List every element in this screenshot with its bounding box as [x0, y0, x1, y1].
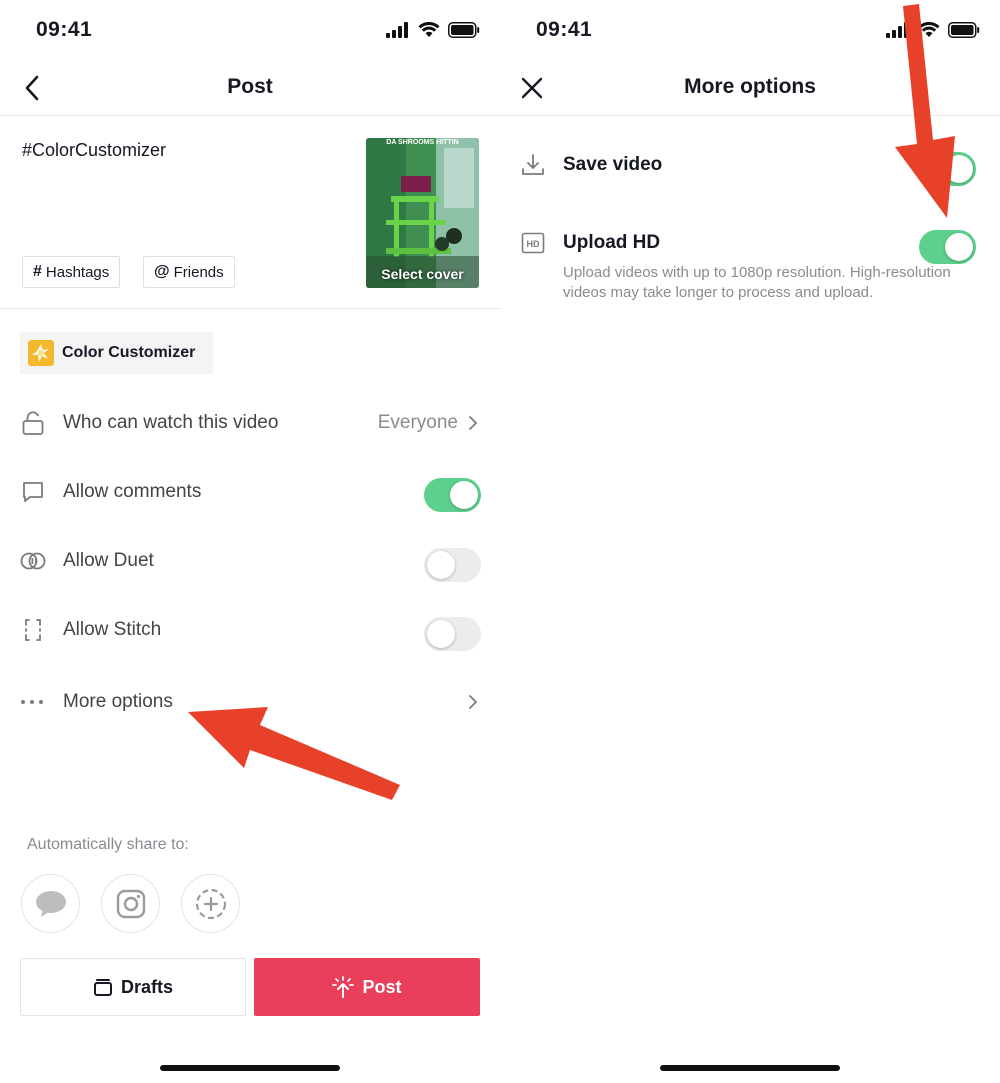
- hashtags-label: Hashtags: [45, 263, 110, 281]
- allow-duet-toggle[interactable]: [424, 548, 481, 582]
- select-cover-label: Select cover: [381, 266, 464, 282]
- effect-tag[interactable]: Color Customizer: [20, 332, 213, 374]
- messages-icon: [35, 890, 66, 917]
- chevron-right-icon: [466, 692, 480, 712]
- hashtags-button[interactable]: # Hashtags: [22, 256, 121, 288]
- duet-icon: [20, 548, 46, 574]
- chevron-right-icon: [466, 413, 480, 433]
- status-time: 09:41: [536, 18, 593, 41]
- battery-icon: [448, 22, 480, 38]
- save-video-label: Save video: [563, 154, 663, 175]
- who-can-watch-row[interactable]: Who can watch this video Everyone: [0, 401, 500, 445]
- page-title: More options: [684, 75, 816, 98]
- allow-duet-label: Allow Duet: [63, 550, 154, 571]
- more-options-label: More options: [63, 691, 173, 712]
- drafts-label: Drafts: [120, 976, 173, 997]
- nav-bar: Post: [0, 60, 500, 116]
- at-icon: @: [154, 263, 170, 280]
- post-sparkle-icon: [332, 976, 355, 998]
- toggle-knob: [945, 155, 973, 183]
- status-bar: 09:41: [0, 0, 500, 60]
- page-title: Post: [227, 75, 273, 98]
- stitch-icon: [20, 617, 46, 643]
- share-messages-button[interactable]: [21, 874, 80, 933]
- upload-hd-toggle[interactable]: [919, 230, 976, 264]
- add-story-icon: [195, 888, 226, 919]
- post-screen: 09:41 Post #ColorCustomizer # Hashtags @…: [0, 0, 500, 1083]
- allow-comments-toggle[interactable]: [424, 478, 481, 512]
- more-options-row[interactable]: More options: [0, 680, 500, 724]
- effect-thumbnail-icon: [28, 340, 54, 366]
- toggle-knob: [945, 233, 973, 261]
- toggle-knob: [427, 620, 455, 648]
- auto-share-label: Automatically share to:: [27, 836, 189, 853]
- upload-hd-label: Upload HD: [563, 232, 661, 253]
- wifi-icon: [918, 22, 940, 37]
- caption-input[interactable]: #ColorCustomizer: [22, 140, 166, 161]
- allow-stitch-toggle[interactable]: [424, 617, 481, 651]
- toggle-knob: [427, 551, 455, 579]
- svg-text:HD: HD: [527, 239, 540, 249]
- status-icons: [386, 22, 480, 38]
- wifi-icon: [418, 22, 440, 37]
- home-indicator: [160, 1065, 340, 1071]
- who-can-watch-label: Who can watch this video: [63, 412, 279, 433]
- instagram-icon: [116, 889, 145, 918]
- hashtag-icon: #: [33, 263, 42, 280]
- lock-icon: [20, 410, 46, 436]
- more-options-screen: 09:41 More options Save video HD Upload …: [500, 0, 1000, 1083]
- allow-stitch-label: Allow Stitch: [63, 619, 162, 640]
- hd-icon: HD: [520, 230, 546, 256]
- drafts-button[interactable]: Drafts: [20, 958, 246, 1016]
- toggle-knob: [450, 481, 478, 509]
- status-icons: [886, 22, 980, 38]
- comment-icon: [20, 479, 46, 505]
- download-icon: [520, 152, 546, 178]
- video-cover[interactable]: DA SHROOMS HITTIN Select cover: [366, 138, 479, 288]
- post-button[interactable]: Post: [254, 958, 480, 1016]
- battery-icon: [948, 22, 980, 38]
- cellular-signal-icon: [386, 22, 408, 38]
- share-add-story-button[interactable]: [181, 874, 240, 933]
- home-indicator: [660, 1065, 840, 1071]
- save-video-toggle[interactable]: [919, 152, 976, 186]
- cellular-signal-icon: [886, 22, 908, 38]
- share-instagram-button[interactable]: [101, 874, 160, 933]
- effect-name: Color Customizer: [62, 344, 196, 361]
- allow-comments-label: Allow comments: [63, 481, 202, 502]
- who-can-watch-value: Everyone: [377, 412, 458, 433]
- cover-overlay-text: DA SHROOMS HITTIN: [386, 139, 459, 146]
- friends-label: Friends: [173, 263, 224, 281]
- status-time: 09:41: [36, 18, 93, 41]
- status-bar: 09:41: [500, 0, 1000, 60]
- upload-hd-description: Upload videos with up to 1080p resolutio…: [563, 264, 951, 301]
- post-label: Post: [362, 976, 402, 997]
- friends-button[interactable]: @ Friends: [143, 256, 235, 288]
- more-dots-icon: [20, 689, 46, 715]
- drafts-icon: [93, 979, 112, 996]
- nav-bar: More options: [500, 60, 1000, 116]
- divider: [0, 308, 500, 309]
